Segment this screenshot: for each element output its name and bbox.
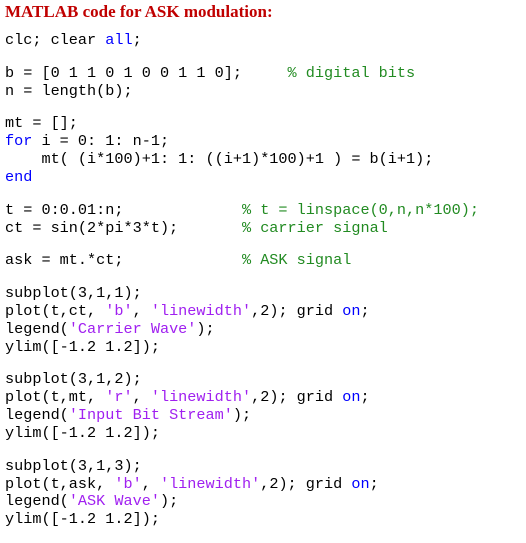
code-comment: % digital bits: [287, 63, 416, 82]
code-line: subplot(3,1,2);: [5, 370, 523, 389]
code-text: subplot(3,1,2);: [5, 370, 142, 389]
code-text: ask = mt.*ct;: [5, 251, 242, 270]
code-line: plot(t,mt, 'r', 'linewidth',2); grid on;: [5, 388, 523, 407]
code-text: subplot(3,1,3);: [5, 456, 142, 475]
code-text: ylim([-1.2 1.2]);: [5, 337, 160, 356]
code-text: );: [196, 319, 215, 338]
code-text: ,: [132, 301, 151, 320]
code-line: ct = sin(2*pi*3*t); % carrier signal: [5, 218, 523, 238]
code-string: 'Carrier Wave': [68, 319, 197, 338]
code-text: mt( (i*100)+1: 1: ((i+1)*100)+1 ) = b(i+…: [5, 150, 434, 169]
code-string: 'linewidth': [150, 388, 252, 407]
code-line: plot(t,ct, 'b', 'linewidth',2); grid on;: [5, 301, 523, 321]
code-string: 'ASK Wave': [68, 492, 160, 511]
code-line: plot(t,ask, 'b', 'linewidth',2); grid on…: [5, 474, 523, 494]
code-line: end: [5, 167, 523, 187]
code-text: );: [232, 406, 252, 425]
code-text: ylim([-1.2 1.2]);: [5, 423, 160, 442]
code-comment: % carrier signal: [241, 218, 388, 237]
code-line: clc; clear all;: [5, 31, 523, 50]
code-comment: % ASK signal: [241, 251, 352, 270]
code-keyword: on: [342, 301, 361, 320]
code-line: mt = [];: [5, 114, 523, 133]
code-line: t = 0:0.01:n; % t = linspace(0,n,n*100);: [5, 200, 523, 220]
code-text: ,: [141, 474, 160, 493]
code-text: ,2); grid: [251, 388, 343, 407]
code-text: legend(: [5, 319, 69, 338]
code-heading: MATLAB code for ASK modulation:: [5, 2, 273, 21]
code-string: 'linewidth': [150, 301, 252, 320]
code-line: mt( (i*100)+1: 1: ((i+1)*100)+1 ) = b(i+…: [5, 150, 523, 169]
code-keyword: end: [5, 167, 33, 186]
code-text: t = 0:0.01:n;: [5, 200, 242, 219]
code-text: n = length(b);: [5, 81, 133, 100]
code-text: plot(t,mt,: [5, 388, 106, 407]
code-line: ask = mt.*ct; % ASK signal: [5, 251, 523, 270]
code-line: subplot(3,1,3);: [5, 456, 523, 476]
code-string: 'b': [105, 301, 133, 320]
code-text: );: [159, 492, 179, 511]
code-line: legend('Input Bit Stream');: [5, 406, 523, 425]
code-line: legend('Carrier Wave');: [5, 319, 523, 339]
code-text: ;: [360, 301, 370, 320]
code-keyword: for: [5, 132, 33, 151]
code-text: subplot(3,1,1);: [5, 283, 142, 302]
code-text: ;: [132, 31, 142, 49]
code-keyword: on: [351, 474, 370, 493]
code-text: ,2); grid: [260, 474, 352, 493]
code-text: ;: [369, 474, 379, 493]
code-keyword: all: [105, 31, 133, 49]
code-string: 'linewidth': [159, 474, 261, 493]
code-string: 'b': [114, 474, 142, 493]
code-text: b = [0 1 1 0 1 0 0 1 1 0];: [5, 63, 288, 82]
code-line: ylim([-1.2 1.2]);: [5, 423, 523, 443]
code-line: for i = 0: 1: n-1;: [5, 132, 523, 151]
code-text: ,2); grid: [251, 301, 343, 320]
code-text: mt = [];: [5, 114, 78, 133]
code-text: legend(: [5, 492, 69, 511]
code-text: ylim([-1.2 1.2]);: [5, 510, 160, 529]
code-text: plot(t,ask,: [5, 474, 115, 493]
code-text: ,: [132, 388, 151, 407]
code-text: ct = sin(2*pi*3*t);: [5, 218, 242, 237]
code-string: 'r': [105, 388, 133, 407]
code-text: plot(t,ct,: [5, 301, 106, 320]
code-comment: % t = linspace(0,n,n*100);: [241, 200, 479, 219]
code-text: legend(: [5, 406, 69, 425]
code-keyword: on: [342, 388, 361, 407]
document-page: MATLAB code for ASK modulation: clc; cle…: [0, 0, 526, 543]
code-line: b = [0 1 1 0 1 0 0 1 1 0]; % digital bit…: [5, 63, 523, 83]
code-line: n = length(b);: [5, 81, 523, 101]
code-text: clc; clear: [5, 31, 106, 49]
code-string: 'Input Bit Stream': [68, 406, 233, 425]
code-line: legend('ASK Wave');: [5, 492, 523, 511]
code-line: ylim([-1.2 1.2]);: [5, 510, 523, 529]
code-line: ylim([-1.2 1.2]);: [5, 337, 523, 357]
code-listing: clc; clear all; b = [0 1 1 0 1 0 0 1 1 0]…: [5, 31, 523, 529]
code-line: subplot(3,1,1);: [5, 283, 523, 303]
code-text: ;: [360, 388, 370, 407]
code-text: i = 0: 1: n-1;: [32, 132, 170, 151]
